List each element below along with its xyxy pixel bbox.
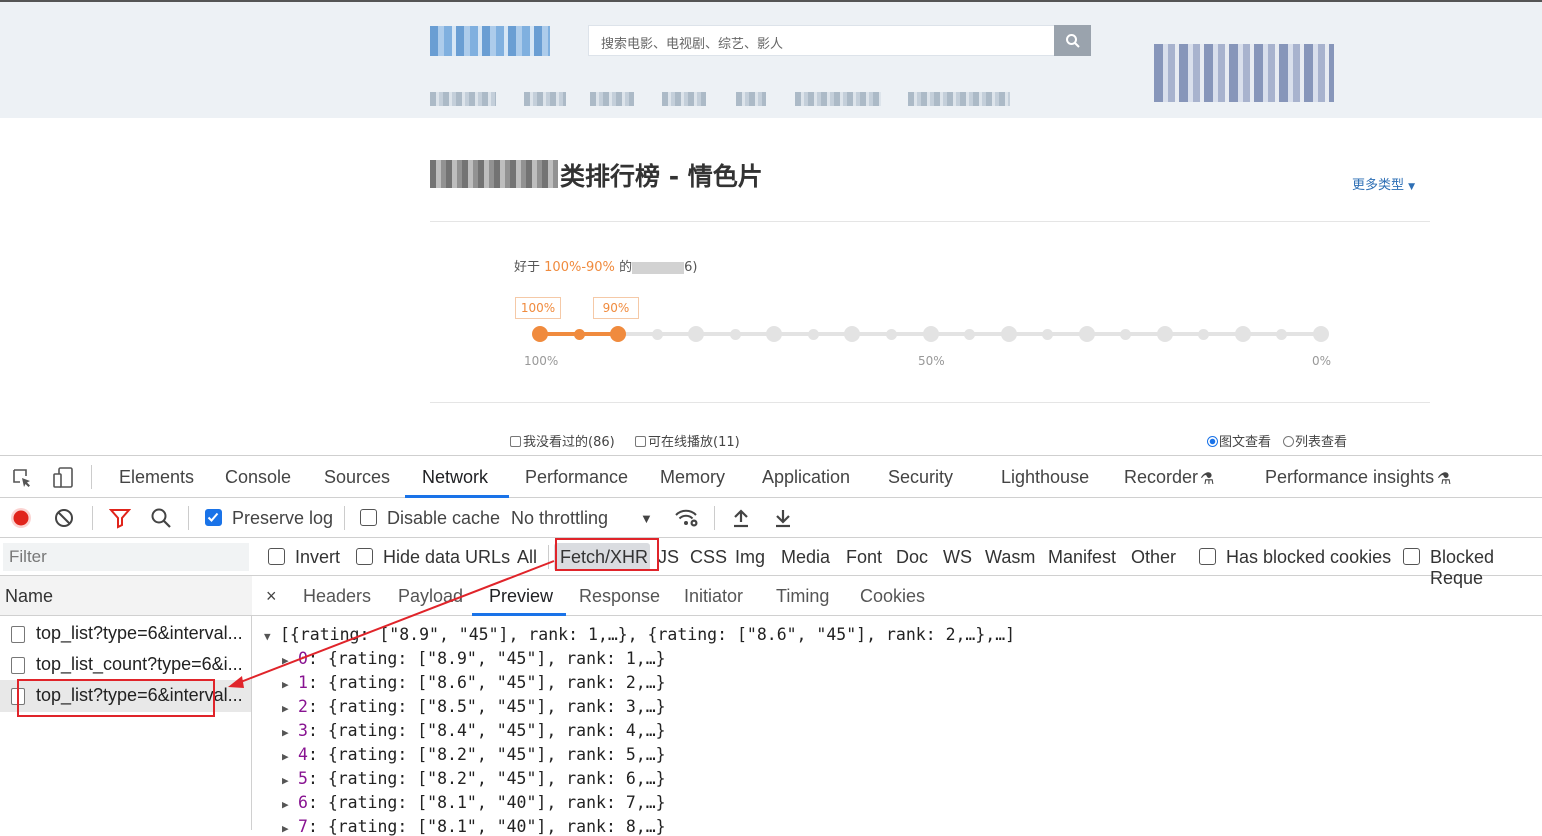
annotation-arrow-icon — [228, 560, 555, 688]
